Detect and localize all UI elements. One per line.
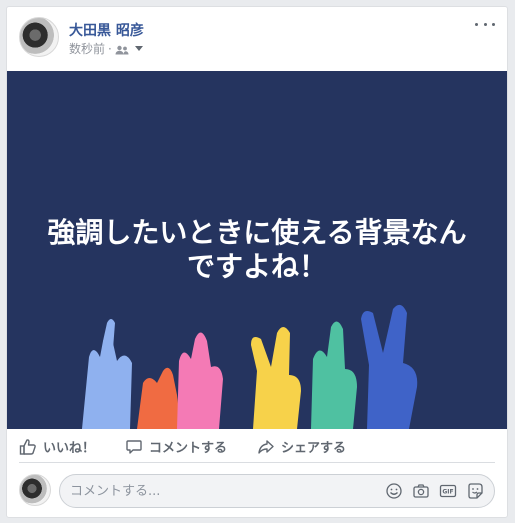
gif-icon[interactable]: GIF xyxy=(439,482,457,500)
post-header: 大田黒 昭彦 数秒前 · xyxy=(19,17,497,65)
comment-input[interactable] xyxy=(70,483,385,499)
share-icon xyxy=(258,439,274,454)
timestamp[interactable]: 数秒前 xyxy=(69,40,105,57)
comment-row: GIF xyxy=(19,472,495,508)
more-icon[interactable] xyxy=(475,17,495,31)
post-meta: 数秒前 · xyxy=(69,40,143,57)
comment-label: コメントする xyxy=(149,441,228,456)
share-button[interactable]: シェアする xyxy=(257,437,346,456)
post-card: 大田黒 昭彦 数秒前 · 強調したいときに使える背景なんですよね！ いいね！ コ… xyxy=(6,6,508,518)
privacy-dropdown-icon[interactable] xyxy=(134,46,143,51)
comment-icon xyxy=(126,439,142,454)
like-button[interactable]: いいね！ xyxy=(19,437,95,456)
hands-illustration xyxy=(82,304,418,429)
comment-button[interactable]: コメントする xyxy=(125,437,227,456)
commenter-avatar[interactable] xyxy=(19,474,51,506)
comment-box[interactable]: GIF xyxy=(59,474,495,508)
thumbs-up-icon xyxy=(19,438,36,455)
post-banner: 強調したいときに使える背景なんですよね！ xyxy=(7,71,507,429)
share-label: シェアする xyxy=(281,441,347,456)
friends-icon[interactable] xyxy=(115,44,129,54)
comment-tools: GIF xyxy=(385,482,484,500)
camera-icon[interactable] xyxy=(412,482,430,500)
author-name[interactable]: 大田黒 昭彦 xyxy=(69,20,144,40)
meta-separator: · xyxy=(108,41,112,56)
sticker-icon[interactable] xyxy=(466,482,484,500)
emoji-icon[interactable] xyxy=(385,482,403,500)
banner-text: 強調したいときに使える背景なんですよね！ xyxy=(47,216,467,283)
svg-text:GIF: GIF xyxy=(442,489,453,496)
like-label: いいね！ xyxy=(43,441,96,456)
post-actions: いいね！ コメントする シェアする xyxy=(19,431,495,463)
author-avatar[interactable] xyxy=(19,17,59,57)
